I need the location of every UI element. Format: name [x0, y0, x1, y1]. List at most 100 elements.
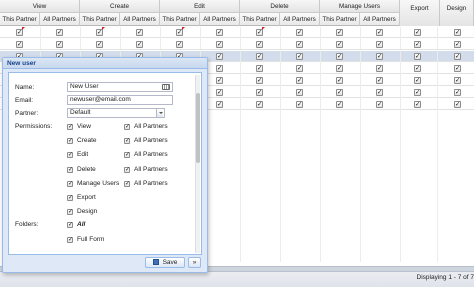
permission-checkbox[interactable]: ✓ — [16, 41, 23, 48]
permission-checkbox[interactable]: ✓ — [454, 77, 461, 84]
permission-checkbox[interactable]: ✓ — [296, 29, 303, 36]
permission-checkbox[interactable]: ✓ — [376, 53, 383, 60]
column-header-all-partners[interactable]: All Partners — [40, 13, 80, 26]
partner-select[interactable]: Default — [67, 108, 165, 118]
column-header-this-partner[interactable]: This Partner — [80, 13, 120, 26]
permission-checkbox[interactable]: ✓ — [414, 89, 421, 96]
permission-checkbox[interactable]: ✓ — [67, 152, 73, 159]
permission-checkbox[interactable]: ✓ — [336, 101, 343, 108]
permission-checkbox[interactable]: ✓ — [414, 29, 421, 36]
permission-checkbox[interactable]: ✓ — [336, 77, 343, 84]
permission-checkbox[interactable]: ✓ — [96, 41, 103, 48]
permission-checkbox[interactable]: ✓ — [414, 65, 421, 72]
column-group-header[interactable]: Manage Users — [320, 0, 400, 13]
permission-checkbox[interactable]: ✓ — [454, 65, 461, 72]
permission-checkbox[interactable]: ✓ — [67, 166, 73, 173]
permission-checkbox[interactable]: ✓ — [296, 89, 303, 96]
all-partners-checkbox[interactable]: ✓ — [124, 152, 130, 159]
all-partners-checkbox[interactable]: ✓ — [124, 124, 130, 130]
permission-checkbox[interactable]: ✓ — [296, 53, 303, 60]
permission-checkbox[interactable]: ✓ — [216, 29, 223, 36]
permission-checkbox[interactable]: ✓ — [296, 41, 303, 48]
permission-checkbox[interactable]: ✓ — [336, 29, 343, 36]
column-group-header[interactable]: Delete — [240, 0, 320, 13]
permission-checkbox[interactable]: ✓ — [67, 195, 73, 201]
permission-checkbox[interactable]: ✓ — [336, 53, 343, 60]
column-header-this-partner[interactable]: This Partner — [320, 13, 360, 26]
permission-checkbox[interactable]: ✓ — [216, 41, 223, 48]
permission-checkbox[interactable]: ✓ — [216, 101, 223, 108]
permission-checkbox[interactable]: ✓ — [336, 89, 343, 96]
save-button[interactable]: Save — [145, 257, 185, 268]
permission-checkbox[interactable]: ✓ — [256, 53, 263, 60]
permission-checkbox[interactable]: ✓ — [136, 29, 143, 36]
column-header-this-partner[interactable]: This Partner — [0, 13, 40, 26]
permission-checkbox[interactable]: ✓ — [216, 77, 223, 84]
permission-checkbox[interactable]: ✓ — [454, 29, 461, 36]
column-group-header[interactable]: Edit — [160, 0, 240, 13]
permission-checkbox[interactable]: ✓ — [67, 124, 73, 130]
permission-checkbox[interactable]: ✓ — [414, 41, 421, 48]
permission-checkbox[interactable]: ✓ — [256, 29, 263, 36]
dialog-scrollbar[interactable] — [195, 75, 200, 253]
permission-checkbox[interactable]: ✓ — [216, 65, 223, 72]
column-group-header[interactable]: Design — [440, 0, 474, 26]
permission-checkbox[interactable]: ✓ — [296, 65, 303, 72]
column-header-all-partners[interactable]: All Partners — [280, 13, 320, 26]
permission-checkbox[interactable]: ✓ — [216, 89, 223, 96]
folder-checkbox[interactable]: ✓ — [67, 236, 73, 243]
all-partners-checkbox[interactable]: ✓ — [124, 138, 130, 145]
permission-checkbox[interactable]: ✓ — [376, 65, 383, 72]
permission-checkbox[interactable]: ✓ — [176, 29, 183, 36]
permission-checkbox[interactable]: ✓ — [454, 101, 461, 108]
permission-checkbox[interactable]: ✓ — [376, 41, 383, 48]
email-field[interactable]: newuser@email.com — [67, 95, 173, 105]
permission-checkbox[interactable]: ✓ — [67, 180, 73, 187]
permission-checkbox[interactable]: ✓ — [256, 41, 263, 48]
permission-checkbox[interactable]: ✓ — [67, 138, 73, 145]
column-group-header[interactable]: Export — [400, 0, 440, 26]
permission-checkbox[interactable]: ✓ — [256, 101, 263, 108]
permission-checkbox[interactable]: ✓ — [56, 29, 63, 36]
column-header-this-partner[interactable]: This Partner — [160, 13, 200, 26]
column-header-all-partners[interactable]: All Partners — [120, 13, 160, 26]
chevron-down-icon[interactable] — [156, 109, 163, 117]
scrollbar-thumb[interactable] — [196, 93, 200, 163]
permission-checkbox[interactable]: ✓ — [67, 209, 73, 216]
permission-checkbox[interactable]: ✓ — [16, 29, 23, 36]
column-group-header[interactable]: Create — [80, 0, 160, 13]
column-header-this-partner[interactable]: This Partner — [240, 13, 280, 26]
table-row[interactable]: ✓ ✓ ✓ ✓ ✓ ✓ ✓ ✓ ✓ ✓ ✓ ✓ — [0, 39, 474, 50]
permission-checkbox[interactable]: ✓ — [176, 41, 183, 48]
keyboard-icon[interactable] — [162, 84, 170, 90]
permission-checkbox[interactable]: ✓ — [256, 89, 263, 96]
permission-checkbox[interactable]: ✓ — [96, 29, 103, 36]
permission-checkbox[interactable]: ✓ — [136, 41, 143, 48]
all-partners-checkbox[interactable]: ✓ — [124, 180, 130, 187]
table-row[interactable]: ✓ ✓ ✓ ✓ ✓ ✓ ✓ ✓ ✓ ✓ ✓ ✓ — [0, 27, 474, 38]
permission-checkbox[interactable]: ✓ — [256, 77, 263, 84]
permission-checkbox[interactable]: ✓ — [376, 101, 383, 108]
column-header-all-partners[interactable]: All Partners — [360, 13, 400, 26]
permission-checkbox[interactable]: ✓ — [296, 101, 303, 108]
permission-checkbox[interactable]: ✓ — [336, 41, 343, 48]
all-partners-checkbox[interactable]: ✓ — [124, 166, 130, 173]
permission-checkbox[interactable]: ✓ — [376, 89, 383, 96]
permission-checkbox[interactable]: ✓ — [296, 77, 303, 84]
permission-checkbox[interactable]: ✓ — [454, 89, 461, 96]
permission-checkbox[interactable]: ✓ — [216, 53, 223, 60]
column-header-all-partners[interactable]: All Partners — [200, 13, 240, 26]
permission-checkbox[interactable]: ✓ — [454, 41, 461, 48]
column-group-header[interactable]: View — [0, 0, 80, 13]
permission-checkbox[interactable]: ✓ — [414, 101, 421, 108]
permission-checkbox[interactable]: ✓ — [414, 53, 421, 60]
permission-checkbox[interactable]: ✓ — [414, 77, 421, 84]
more-button[interactable]: » — [188, 257, 201, 268]
permission-checkbox[interactable]: ✓ — [56, 41, 63, 48]
name-field[interactable]: New User — [67, 82, 173, 92]
permission-checkbox[interactable]: ✓ — [376, 77, 383, 84]
permission-checkbox[interactable]: ✓ — [376, 29, 383, 36]
permission-checkbox[interactable]: ✓ — [256, 65, 263, 72]
folder-checkbox[interactable]: ✓ — [67, 222, 73, 228]
permission-checkbox[interactable]: ✓ — [454, 53, 461, 60]
